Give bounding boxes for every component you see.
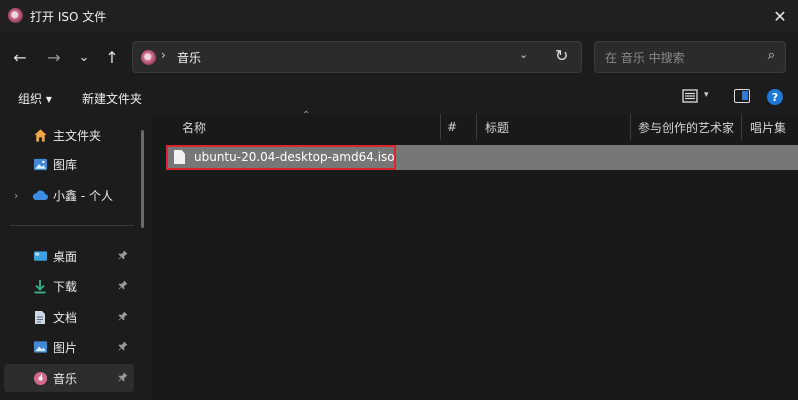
organize-button[interactable]: 组织 ▾ <box>18 90 52 107</box>
view-options-icon[interactable] <box>682 88 698 104</box>
download-icon <box>32 278 48 294</box>
window-title: 打开 ISO 文件 <box>30 10 107 24</box>
file-icon <box>174 150 185 164</box>
command-toolbar: 组织 ▾ 新建文件夹 ▾ ? <box>0 82 798 114</box>
title-bar: 打开 ISO 文件 ✕ <box>0 0 798 32</box>
help-icon[interactable]: ? <box>767 89 783 105</box>
search-icon[interactable]: ⌕ <box>768 48 775 63</box>
pin-icon[interactable] <box>118 280 128 293</box>
sidebar-item-desktop[interactable]: 桌面 <box>4 242 134 270</box>
search-input[interactable]: 在 音乐 中搜索 ⌕ <box>594 41 786 73</box>
column-header-title[interactable]: 标题 <box>485 114 625 140</box>
address-bar[interactable]: › 音乐 ⌄ ↻ <box>132 41 582 73</box>
pin-icon[interactable] <box>118 250 128 263</box>
navigation-bar: ← → ⌄ ↑ › 音乐 ⌄ ↻ 在 音乐 中搜索 ⌕ <box>0 32 798 82</box>
column-header-artists[interactable]: 参与创作的艺术家 <box>638 114 738 140</box>
music-icon <box>32 370 48 386</box>
column-header-label: 参与创作的艺术家 <box>638 120 735 135</box>
sidebar-item-home[interactable]: 主文件夹 <box>4 121 134 149</box>
column-header-name[interactable]: 名称 <box>182 114 442 140</box>
pin-icon[interactable] <box>118 372 128 385</box>
expand-chevron-icon[interactable]: › <box>14 189 18 202</box>
sidebar-scrollbar[interactable] <box>141 130 144 228</box>
recent-locations-button[interactable]: ⌄ <box>72 45 96 69</box>
sidebar-item-music[interactable]: 音乐 <box>4 364 134 392</box>
music-app-icon <box>8 8 23 23</box>
column-divider[interactable] <box>630 114 631 140</box>
column-divider[interactable] <box>741 114 742 140</box>
column-header-album[interactable]: 唱片集 <box>750 114 798 140</box>
sidebar-item-gallery[interactable]: 图库 <box>4 150 134 178</box>
sidebar-item-onedrive[interactable]: › 小鑫 - 个人 <box>4 181 134 209</box>
sidebar-item-downloads[interactable]: 下载 <box>4 272 134 300</box>
back-button[interactable]: ← <box>8 45 32 69</box>
sidebar-item-label: 图片 <box>53 340 78 355</box>
navigation-pane: 主文件夹 图库 › 小鑫 - 个人 桌面 下载 文档 图片 音乐 <box>0 114 152 400</box>
file-row[interactable]: ubuntu-20.04-desktop-amd64.iso <box>166 145 798 170</box>
pictures-icon <box>32 339 48 355</box>
file-name: ubuntu-20.04-desktop-amd64.iso <box>194 150 395 164</box>
address-dropdown-icon[interactable]: ⌄ <box>519 48 528 61</box>
column-header-label: 名称 <box>182 120 207 135</box>
document-icon <box>32 309 48 325</box>
file-list-pane: 名称 ⌃ # 标题 参与创作的艺术家 唱片集 ubuntu-20.04-desk… <box>152 110 798 400</box>
refresh-icon[interactable]: ↻ <box>555 46 568 65</box>
column-header-label: 唱片集 <box>750 120 787 135</box>
pin-icon[interactable] <box>118 341 128 354</box>
music-icon <box>141 50 156 65</box>
forward-button[interactable]: → <box>42 45 66 69</box>
breadcrumb-chevron-icon[interactable]: › <box>161 48 166 62</box>
close-button[interactable]: ✕ <box>768 4 792 28</box>
gallery-icon <box>32 156 48 172</box>
breadcrumb-music[interactable]: 音乐 <box>177 49 201 66</box>
view-dropdown-icon[interactable]: ▾ <box>704 90 709 100</box>
sidebar-item-label: 下载 <box>53 279 78 294</box>
sidebar-item-pictures[interactable]: 图片 <box>4 333 134 361</box>
sidebar-item-label: 桌面 <box>53 249 78 264</box>
column-header-number[interactable]: # <box>447 114 477 140</box>
onedrive-cloud-icon <box>32 187 48 203</box>
up-button[interactable]: ↑ <box>100 45 124 69</box>
column-header-label: 标题 <box>485 120 510 135</box>
sort-ascending-icon: ⌃ <box>302 110 311 121</box>
sidebar-divider <box>10 225 134 226</box>
sidebar-item-label: 文档 <box>53 310 78 325</box>
new-folder-button[interactable]: 新建文件夹 <box>82 90 142 107</box>
home-icon <box>32 127 48 143</box>
sidebar-item-documents[interactable]: 文档 <box>4 303 134 331</box>
search-placeholder: 在 音乐 中搜索 <box>605 51 685 65</box>
sidebar-item-label: 图库 <box>53 157 78 172</box>
column-divider[interactable] <box>476 114 477 140</box>
column-header-label: # <box>447 120 458 134</box>
sidebar-item-label: 主文件夹 <box>53 128 102 143</box>
sidebar-item-label: 音乐 <box>53 371 78 386</box>
desktop-icon <box>32 248 48 264</box>
pin-icon[interactable] <box>118 311 128 324</box>
sidebar-item-label: 小鑫 - 个人 <box>53 188 113 203</box>
column-divider[interactable] <box>440 114 441 140</box>
preview-pane-icon[interactable] <box>734 89 750 103</box>
